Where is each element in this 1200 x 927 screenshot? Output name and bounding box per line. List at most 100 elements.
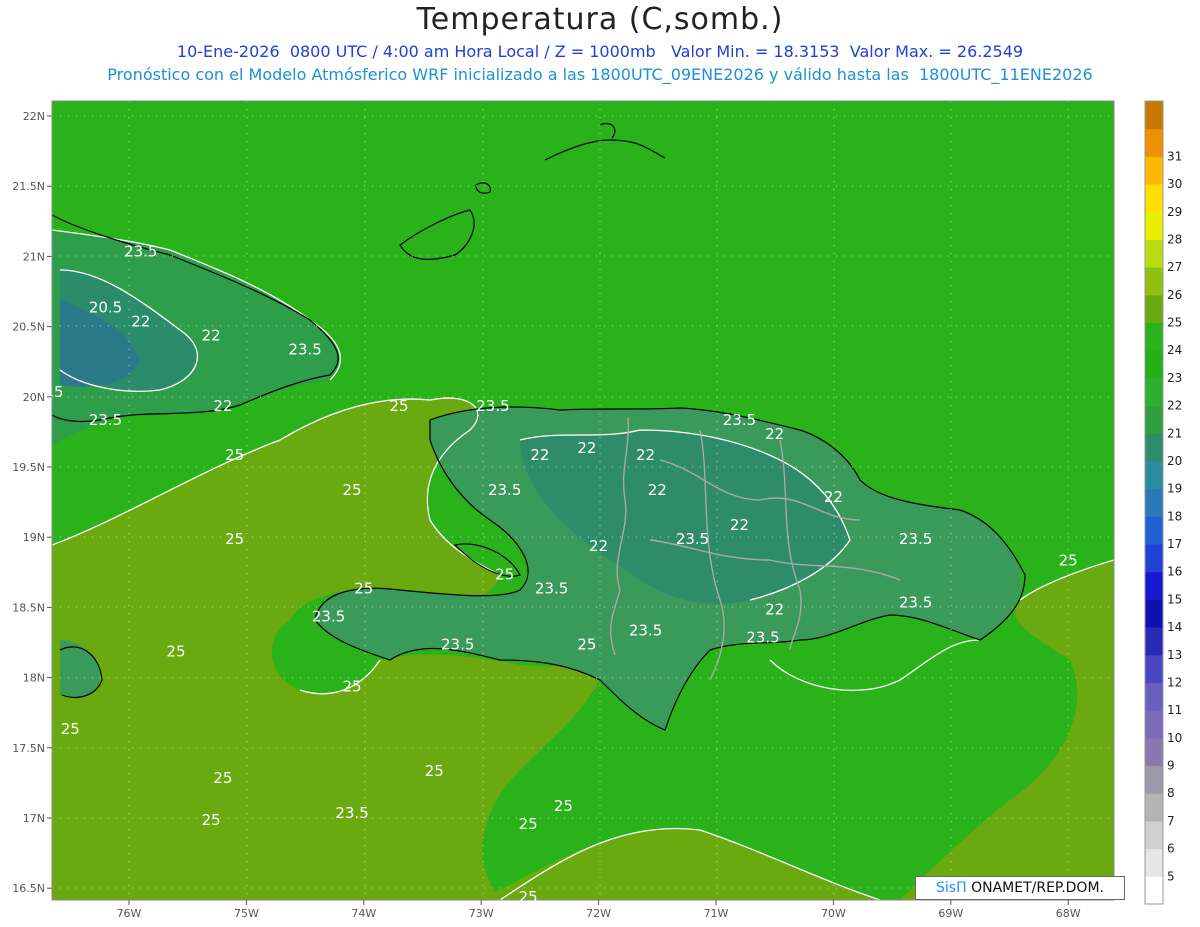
lat-tick-label: 22N: [23, 110, 45, 123]
contour-label: 22: [589, 537, 608, 555]
contour-label: 23.5: [488, 481, 521, 499]
credit-brand: SisΠ: [936, 880, 967, 896]
colorbar-swatch: [1145, 128, 1163, 157]
colorbar-label: 21: [1167, 426, 1182, 440]
lat-tick-label: 20N: [23, 391, 45, 404]
colorbar-label: 10: [1167, 731, 1182, 745]
colorbar-swatch: [1145, 184, 1163, 213]
colorbar-label: 25: [1167, 316, 1182, 330]
contour-label: 23.5: [288, 341, 321, 359]
colorbar-swatch: [1145, 101, 1163, 130]
contour-label: 25: [202, 811, 221, 829]
contour-label: 23.5: [441, 636, 474, 654]
lat-tick-label: 21N: [23, 250, 45, 263]
lat-tick-label: 17.5N: [12, 742, 45, 755]
contour-label: 25: [519, 815, 538, 833]
contour-label: 23.5: [899, 530, 932, 548]
colorbar-label: 16: [1167, 565, 1182, 579]
contour-label: 25: [225, 530, 244, 548]
lat-tick-label: 19.5N: [12, 461, 45, 474]
lat-tick-label: 21.5N: [12, 180, 45, 193]
contour-label: 22: [202, 327, 221, 345]
lat-tick-label: 19N: [23, 531, 45, 544]
colorbar: 5 6 7 8 9 10 11 12 13 14 15 16 17 18 19 20 21 22 23 24 25 26 2…: [1144, 100, 1182, 905]
contour-label: 22: [131, 313, 150, 331]
contour-label: 25: [577, 636, 596, 654]
contour-label: 25: [343, 678, 362, 696]
contour-label: 25: [389, 397, 408, 415]
colorbar-swatch: [1145, 710, 1163, 739]
colorbar-swatch: [1145, 876, 1163, 905]
contour-label: 22: [577, 439, 596, 457]
colorbar-swatch: [1145, 211, 1163, 240]
lat-tick-label: 18N: [23, 672, 45, 685]
credit-text: ONAMET/REP.DOM.: [966, 880, 1104, 896]
colorbar-swatch: [1145, 682, 1163, 711]
colorbar-label: 5: [1167, 869, 1175, 883]
contour-label: 22: [530, 446, 549, 464]
contour-label: 25: [425, 762, 444, 780]
contour-label: 22: [648, 481, 667, 499]
colorbar-swatch: [1145, 488, 1163, 517]
contour-label: 23.5: [629, 621, 662, 639]
colorbar-swatch: [1145, 765, 1163, 794]
lat-tick-label: 16.5N: [12, 882, 45, 895]
colorbar-swatch: [1145, 820, 1163, 850]
contour-label: 23.5: [89, 411, 122, 429]
contour-label: 23.5: [124, 242, 157, 260]
colorbar-swatch: [1145, 460, 1163, 490]
colorbar-swatch: [1145, 737, 1163, 767]
lon-tick-label: 68W: [1056, 907, 1081, 920]
lat-tick-label: 20.5N: [12, 321, 45, 334]
contour-label: 23.5: [535, 579, 568, 597]
contour-label: 23.5: [899, 593, 932, 611]
credit-badge: SisΠ ONAMET/REP.DOM.: [915, 876, 1125, 900]
contour-label: 25: [61, 720, 80, 738]
temperature-map: 23.520.5222223.520.52223.525 23.525 22 22 22…: [12, 100, 1182, 920]
colorbar-swatch: [1145, 544, 1163, 573]
colorbar-label: 28: [1167, 232, 1182, 246]
lat-tick-label: 18.5N: [12, 601, 45, 614]
contour-label: 22: [213, 397, 232, 415]
contour-label: 22: [765, 425, 784, 443]
colorbar-swatch: [1145, 156, 1163, 185]
colorbar-label: 6: [1167, 842, 1175, 856]
colorbar-label: 23: [1167, 371, 1182, 385]
contour-label: 23.5: [723, 411, 756, 429]
contour-label: 25: [554, 797, 573, 815]
longitude-axis: 76W 75W 74W 73W 72W 71W 70W 69W 68W: [117, 900, 1081, 920]
colorbar-swatch: [1145, 267, 1163, 296]
colorbar-swatch: [1145, 322, 1163, 351]
colorbar-swatch: [1145, 599, 1163, 628]
contour-label: 22: [765, 600, 784, 618]
contour-label: 22: [824, 488, 843, 506]
colorbar-label: 15: [1167, 592, 1182, 606]
contour-label: 25: [495, 565, 514, 583]
lon-tick-label: 75W: [234, 907, 259, 920]
colorbar-swatch: [1145, 433, 1163, 462]
colorbar-label: 22: [1167, 399, 1182, 413]
colorbar-label: 24: [1167, 343, 1182, 357]
colorbar-swatch: [1145, 350, 1163, 379]
latitude-axis: 22N 21.5N 21N 20.5N 20N 19.5N 19N 18.5N 18N 17.5N…: [12, 110, 52, 895]
contour-label: 22: [730, 516, 749, 534]
colorbar-swatch: [1145, 848, 1163, 877]
contour-label: 23.5: [676, 530, 709, 548]
colorbar-label: 27: [1167, 260, 1182, 274]
contour-label: 23.5: [746, 629, 779, 647]
colorbar-swatch: [1145, 294, 1163, 324]
colorbar-label: 19: [1167, 482, 1182, 496]
contour-label: 20.5: [89, 299, 122, 317]
contour-label: 25: [166, 643, 185, 661]
colorbar-label: 29: [1167, 205, 1182, 219]
lon-tick-label: 69W: [938, 907, 963, 920]
contour-label: 25: [213, 769, 232, 787]
colorbar-label: 20: [1167, 454, 1182, 468]
colorbar-label: 8: [1167, 786, 1175, 800]
colorbar-label: 13: [1167, 648, 1182, 662]
contour-label: 23.5: [476, 397, 509, 415]
contour-label: 25: [519, 888, 538, 906]
colorbar-label: 11: [1167, 703, 1182, 717]
contour-label: 25: [1059, 551, 1078, 569]
lon-tick-label: 74W: [351, 907, 376, 920]
